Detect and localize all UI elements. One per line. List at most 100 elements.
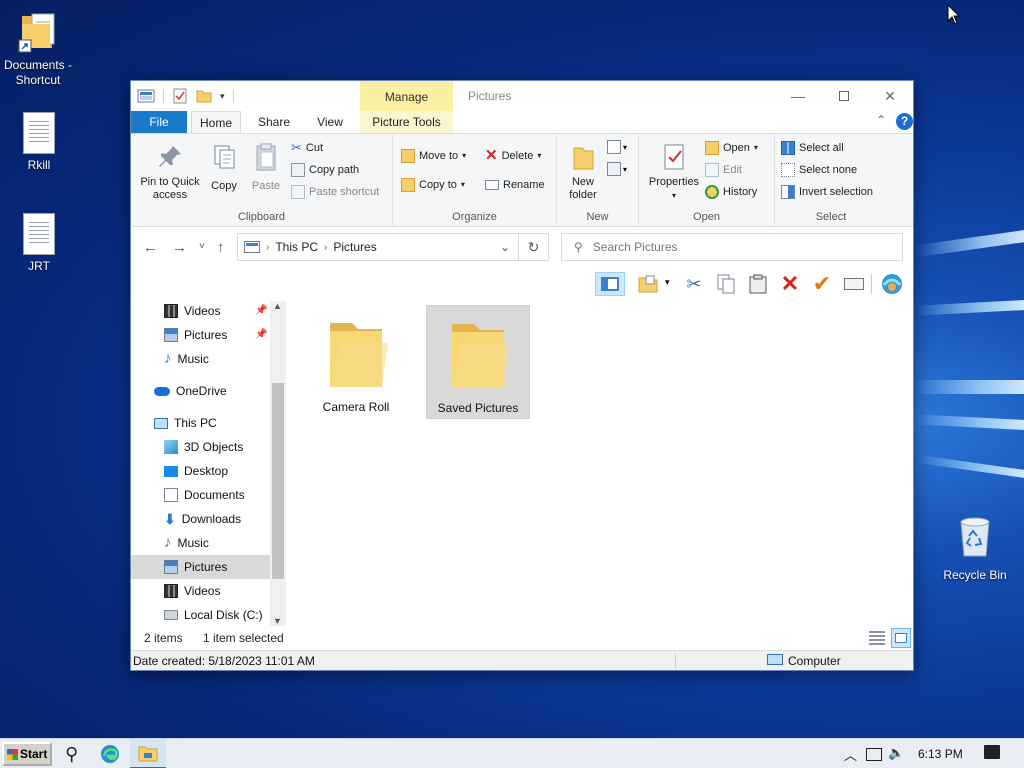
copy-to-icon [401,178,415,192]
desktop-icon-label: Rkill [27,158,51,172]
delete-toolbar-icon[interactable]: ✕ [777,271,803,296]
nav-item-pictures-quick[interactable]: Pictures 📌 [131,323,270,347]
edit-icon [705,163,719,177]
navigation-pane[interactable]: Videos 📌 Pictures 📌 ♪ Music OneDrive Thi… [131,301,286,626]
folder-options-icon[interactable] [635,272,661,296]
videos-icon [164,584,178,598]
desktop-icon-jrt[interactable]: JRT [1,213,77,274]
nav-item-videos[interactable]: Videos [131,579,270,603]
back-arrow-icon[interactable]: ← [143,239,158,256]
nav-item-downloads[interactable]: ⬇ Downloads [131,507,270,531]
notifications-icon[interactable] [984,745,1000,759]
file-explorer-window[interactable]: ▾ Manage Pictures — ✕ File Home Share Vi… [130,80,914,671]
search-box[interactable]: ⚲ Search Pictures [561,233,903,261]
paste-toolbar-icon[interactable] [745,272,771,296]
title-bar[interactable]: ▾ Manage Pictures — ✕ [131,81,913,111]
nav-item-documents[interactable]: Documents [131,483,270,507]
new-folder-qat-icon[interactable] [196,88,212,104]
preview-pane-icon[interactable] [595,272,625,296]
scrollbar-thumb[interactable] [272,383,284,579]
desktop-icon-recycle-bin[interactable]: Recycle Bin [937,514,1013,583]
nav-item-this-pc[interactable]: This PC [131,411,270,435]
properties-toolbar-icon[interactable]: ✔ [809,271,835,296]
paste-shortcut-button[interactable]: Paste shortcut [291,183,379,201]
open-button[interactable]: Open ▾ [705,139,758,157]
start-button[interactable]: Start [2,742,52,766]
paste-button[interactable]: Paste [247,142,285,193]
tab-home[interactable]: Home [191,111,241,133]
scroll-up-icon[interactable]: ▲ [273,301,282,311]
move-to-button[interactable]: Move to ▾ [401,147,466,165]
history-button[interactable]: History [705,183,757,201]
properties-button[interactable]: Properties ▾ [645,142,703,202]
volume-icon[interactable]: 🔈 [888,745,904,761]
taskbar-edge-button[interactable] [92,739,128,768]
invert-selection-button[interactable]: Invert selection [781,183,873,201]
nav-item-local-disk[interactable]: Local Disk (C:) [131,603,270,626]
folder-options-chevron-icon[interactable]: ▾ [665,277,670,288]
properties-check-icon[interactable] [172,88,188,104]
desktop-icon-rkill[interactable]: Rkill [1,112,77,173]
new-folder-button[interactable]: New folder [561,142,605,202]
nav-item-music[interactable]: ♪ Music [131,531,270,555]
nav-item-pictures[interactable]: Pictures [131,555,270,579]
scroll-down-icon[interactable]: ▼ [273,616,282,626]
up-arrow-icon[interactable]: ↑ [217,239,225,256]
help-icon[interactable]: ? [896,113,913,130]
file-list[interactable]: Camera Roll Saved Pictures [286,301,913,626]
details-view-icon[interactable] [869,631,885,645]
new-item-button[interactable]: ▾ [607,140,627,154]
nav-item-music-quick[interactable]: ♪ Music [131,347,270,371]
details-status-bar: Date created: 5/18/2023 11:01 AM Compute… [131,650,913,670]
copy-to-button[interactable]: Copy to ▾ [401,176,465,194]
refresh-button[interactable]: ↻ [519,233,549,261]
easy-access-button[interactable]: ▾ [607,162,627,176]
forward-arrow-icon[interactable]: → [172,239,187,256]
maximize-button[interactable] [821,81,867,111]
tab-share[interactable]: Share [251,111,297,133]
select-all-button[interactable]: Select all [781,139,844,157]
nav-item-videos-quick[interactable]: Videos 📌 [131,301,270,323]
breadcrumb-this-pc[interactable]: This PC [275,240,318,254]
computer-icon [767,654,783,665]
delete-button[interactable]: ✕ Delete ▾ [485,147,541,165]
tab-manage-context[interactable]: Manage [360,81,453,111]
nav-item-desktop[interactable]: Desktop [131,459,270,483]
tab-file[interactable]: File [131,111,187,133]
folder-item-saved-pictures[interactable]: Saved Pictures [426,305,530,419]
address-field[interactable]: › This PC › Pictures ⌄ [237,233,519,261]
cut-toolbar-icon[interactable]: ✂ [681,272,707,296]
desktop-icon-documents-shortcut[interactable]: Documents - Shortcut [0,10,76,88]
taskbar-search-button[interactable]: ⚲ [54,739,90,768]
cut-button[interactable]: ✂ Cut [291,139,323,157]
close-button[interactable]: ✕ [867,81,913,111]
edit-button[interactable]: Edit [705,161,742,179]
select-none-button[interactable]: Select none [781,161,857,179]
tab-view[interactable]: View [307,111,353,133]
shell-icon[interactable] [879,272,905,296]
desktop-icon-label: JRT [28,259,50,273]
clock-time[interactable]: 6:13 PM [918,747,963,761]
qat-customize-icon[interactable]: ▾ [220,91,225,102]
network-icon[interactable] [866,748,882,761]
copy-button[interactable]: Copy [207,142,241,193]
tab-picture-tools[interactable]: Picture Tools [360,111,453,133]
breadcrumb-pictures[interactable]: Pictures [333,240,376,254]
keyboard-icon[interactable] [841,272,867,296]
recycle-bin-icon [937,514,1013,564]
address-history-chevron-icon[interactable]: ⌄ [500,240,510,254]
rename-button[interactable]: Rename [485,176,545,194]
taskbar-file-explorer-button[interactable] [130,739,166,768]
nav-item-3d-objects[interactable]: 3D Objects [131,435,270,459]
large-icons-view-icon[interactable] [891,628,911,648]
nav-scrollbar[interactable]: ▲ ▼ [270,301,286,626]
copy-toolbar-icon[interactable] [713,272,739,296]
minimize-button[interactable]: — [775,81,821,111]
show-hidden-icons-chevron-icon[interactable]: ︿ [844,745,857,764]
folder-item-camera-roll[interactable]: Camera Roll [304,305,408,419]
copy-path-button[interactable]: Copy path [291,161,359,179]
recent-locations-chevron-icon[interactable]: ˅ [199,241,205,252]
nav-item-onedrive[interactable]: OneDrive [131,379,270,403]
pin-to-quick-access-button[interactable]: Pin to Quick access [137,142,203,202]
collapse-ribbon-icon[interactable]: ⌃ [876,113,886,127]
